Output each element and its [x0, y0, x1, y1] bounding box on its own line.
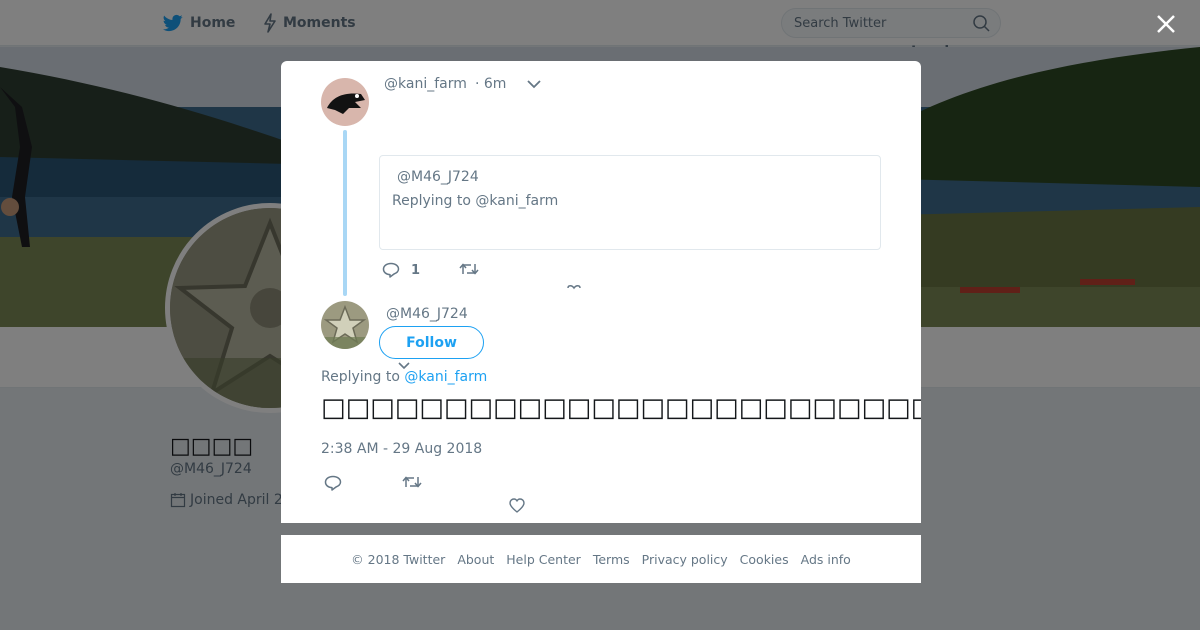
- footer-link-privacy-policy[interactable]: Privacy policy: [642, 552, 728, 567]
- parent-tweet-handle[interactable]: @kani_farm: [384, 76, 467, 92]
- reply-icon: [324, 475, 342, 491]
- like-button[interactable]: [509, 498, 525, 513]
- tweet-timestamp[interactable]: 2:38 AM - 29 Aug 2018: [321, 441, 482, 457]
- parent-reply-count: 1: [411, 262, 421, 278]
- quoted-tweet-replying: Replying to @kani_farm: [392, 193, 559, 209]
- parent-like-button[interactable]: [566, 284, 582, 294]
- footer-copyright: © 2018 Twitter: [351, 551, 446, 567]
- close-icon: [1157, 15, 1175, 33]
- replying-to-link[interactable]: @kani_farm: [404, 369, 487, 385]
- parent-tweet-time[interactable]: · 6m: [475, 76, 506, 92]
- reply-tweet-handle[interactable]: @M46_J724: [386, 306, 468, 322]
- footer-link-about[interactable]: About: [457, 552, 494, 567]
- thread-connector: [343, 130, 347, 296]
- footer-link-cookies[interactable]: Cookies: [740, 552, 789, 567]
- retweet-icon: [402, 476, 422, 488]
- close-button[interactable]: [1153, 11, 1179, 37]
- reply-button[interactable]: [324, 475, 342, 491]
- retweet-button[interactable]: [402, 475, 422, 489]
- parent-retweet-button[interactable]: [459, 262, 479, 276]
- follow-button[interactable]: Follow: [379, 326, 484, 359]
- footer-link-terms[interactable]: Terms: [593, 552, 630, 567]
- replying-to-line: Replying to @kani_farm: [321, 369, 487, 385]
- parent-tweet-avatar[interactable]: [321, 78, 369, 126]
- retweet-icon: [459, 263, 479, 275]
- replying-to-prefix: Replying to: [321, 369, 400, 385]
- tweet-text: □□□□□□□□□□□□□□□□□□□□□□□□□□□□□□□□□: [321, 393, 921, 423]
- reply-icon: [382, 262, 400, 278]
- reply-tweet-avatar[interactable]: [321, 301, 369, 349]
- quoted-tweet-card[interactable]: @M46_J724 Replying to @kani_farm: [379, 155, 881, 250]
- footer-link-help-center[interactable]: Help Center: [506, 552, 581, 567]
- footer: © 2018 Twitter About Help Center Terms P…: [281, 535, 921, 583]
- tweet-modal: @kani_farm · 6m @M46_J724 Replying to @k…: [281, 61, 921, 523]
- chevron-down-icon[interactable]: [527, 79, 541, 89]
- quoted-tweet-handle: @M46_J724: [397, 169, 479, 185]
- heart-icon: [509, 498, 525, 513]
- heart-icon: [567, 285, 581, 290]
- footer-link-ads-info[interactable]: Ads info: [801, 552, 851, 567]
- parent-reply-button[interactable]: 1: [382, 262, 420, 278]
